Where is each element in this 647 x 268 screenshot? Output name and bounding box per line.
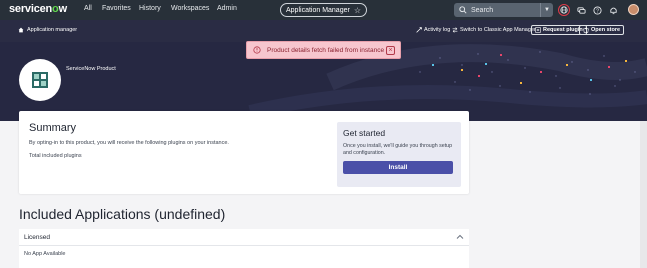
- activity-log-label: Activity log: [424, 27, 451, 33]
- switch-classic-link[interactable]: Switch to Classic App Manager: [452, 27, 536, 33]
- product-name: ServiceNow Product: [66, 66, 116, 72]
- application-manager-pill[interactable]: Application Manager ☆: [280, 3, 367, 17]
- help-icon[interactable]: ?: [591, 4, 603, 16]
- app-manager-header: Application manager Activity log Switch …: [0, 20, 647, 42]
- user-avatar[interactable]: [628, 4, 639, 15]
- servicenow-logo[interactable]: servicenow: [9, 3, 67, 15]
- toast-message: Product details fetch failed from instan…: [267, 46, 385, 54]
- get-started-title: Get started: [343, 128, 386, 138]
- app-pill-label: Application Manager: [286, 6, 350, 14]
- switch-classic-label: Switch to Classic App Manager: [460, 27, 536, 33]
- scope-globe-icon[interactable]: [558, 4, 570, 16]
- plugin-icon: [535, 27, 541, 33]
- store-icon: [583, 27, 589, 33]
- total-plugins-label: Total included plugins: [29, 153, 82, 159]
- get-started-panel: Get started Once you install, we'll guid…: [337, 122, 461, 187]
- svg-text:?: ?: [595, 8, 598, 14]
- close-icon[interactable]: ×: [386, 46, 395, 55]
- top-navigation: servicenow All Favorites History Workspa…: [0, 0, 647, 20]
- activity-icon: [416, 27, 422, 33]
- product-logo-icon: [32, 72, 48, 88]
- get-started-description: Once you install, we'll guide you throug…: [343, 143, 453, 156]
- search-icon: [459, 6, 467, 14]
- nav-history[interactable]: History: [139, 5, 161, 12]
- install-button[interactable]: Install: [343, 161, 453, 174]
- nav-favorites[interactable]: Favorites: [102, 5, 131, 12]
- error-icon: [253, 46, 261, 54]
- chevron-up-icon[interactable]: [455, 232, 465, 242]
- included-applications-title: Included Applications (undefined): [19, 206, 226, 222]
- breadcrumb[interactable]: Application manager: [18, 27, 77, 33]
- home-icon: [18, 27, 24, 33]
- product-logo: [19, 59, 61, 101]
- bell-icon[interactable]: [607, 4, 619, 16]
- summary-title: Summary: [29, 122, 77, 134]
- error-toast: Product details fetch failed from instan…: [246, 41, 401, 59]
- summary-description: By opting-in to this product, you will r…: [29, 140, 229, 146]
- chat-icon[interactable]: [575, 4, 587, 16]
- licensed-panel: Licensed No App Available: [19, 229, 469, 268]
- switch-icon: [452, 27, 458, 33]
- nav-admin[interactable]: Admin: [217, 5, 237, 12]
- open-store-label: Open store: [591, 27, 621, 33]
- summary-card: Summary By opting-in to this product, yo…: [19, 111, 469, 194]
- breadcrumb-label: Application manager: [27, 27, 78, 33]
- request-plugin-label: Request plugin: [543, 27, 583, 33]
- search-input[interactable]: Search: [471, 7, 493, 14]
- licensed-label: Licensed: [24, 234, 51, 241]
- chevron-down-icon[interactable]: ▼: [540, 3, 553, 17]
- star-icon[interactable]: ☆: [354, 6, 361, 15]
- licensed-accordion-header[interactable]: Licensed: [19, 229, 469, 246]
- empty-state-text: No App Available: [24, 251, 66, 257]
- activity-log-link[interactable]: Activity log: [416, 27, 450, 33]
- global-search[interactable]: Search ▼: [454, 3, 553, 17]
- nav-all[interactable]: All: [84, 5, 92, 12]
- page-scrollbar[interactable]: [640, 121, 647, 268]
- open-store-button[interactable]: Open store: [579, 25, 625, 35]
- nav-workspaces[interactable]: Workspaces: [171, 5, 209, 12]
